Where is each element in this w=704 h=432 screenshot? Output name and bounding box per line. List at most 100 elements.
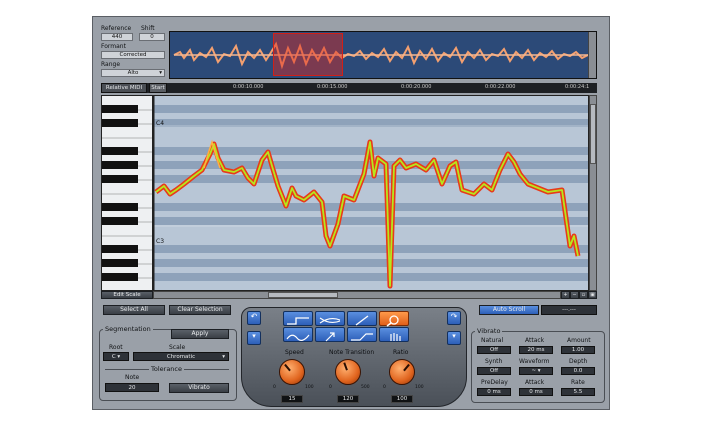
undo-button[interactable]: ↶ <box>247 311 261 325</box>
range-label: Range <box>101 61 121 68</box>
relative-midi-button[interactable]: Relative MIDI <box>101 83 147 93</box>
waveform-value: ~ <box>531 368 537 374</box>
speed-knob-indicator <box>284 363 291 372</box>
tool-curve[interactable] <box>283 327 313 342</box>
scale-label: Scale <box>169 344 186 351</box>
note-transition-knob[interactable] <box>335 359 361 385</box>
note-label-c3: C3 <box>156 238 165 245</box>
scissors-icon <box>319 317 341 324</box>
redo-button[interactable]: ↷ <box>447 311 461 325</box>
undo-menu-button[interactable]: ▾ <box>247 331 261 345</box>
predelay-field[interactable]: 0 ms <box>477 388 511 396</box>
waveform-dropdown[interactable]: ~ ▾ <box>519 367 553 375</box>
undo-icon: ↶ <box>250 312 258 321</box>
pitch-curve-graph <box>154 96 588 290</box>
auto-scroll-button[interactable]: Auto Scroll <box>479 305 539 315</box>
redo-icon: ↷ <box>450 312 458 321</box>
clear-selection-button[interactable]: Clear Selection <box>169 305 231 315</box>
ramp-tool-icon <box>351 333 373 341</box>
range-dropdown[interactable]: Alto ▾ <box>101 69 165 77</box>
chevron-down-icon: ▾ <box>222 354 225 360</box>
chevron-down-icon: ▾ <box>537 368 541 374</box>
ratio-knob[interactable] <box>389 359 415 385</box>
zoom-full-button[interactable]: ▣ <box>588 291 597 299</box>
scale-value: Chromatic <box>166 354 196 360</box>
chevron-down-icon: ▾ <box>252 332 256 340</box>
tool-line[interactable] <box>283 311 313 326</box>
ratio-knob-indicator <box>403 363 410 372</box>
piano-keys <box>102 105 152 281</box>
shift-field[interactable]: 0 <box>139 33 165 41</box>
ruler-tick-1: 0:00:15.000 <box>317 84 348 90</box>
auto-scroll-readout: ---.--- <box>541 305 597 315</box>
tool-scissors[interactable] <box>315 311 345 326</box>
amount-field[interactable]: 1.00 <box>561 346 595 354</box>
speed-label: Speed <box>285 349 304 356</box>
time-ruler[interactable] <box>101 83 597 93</box>
overview-scrollbar[interactable] <box>588 32 596 78</box>
tool-magnifier[interactable] <box>379 311 409 327</box>
tool-hand[interactable] <box>379 327 409 342</box>
zoom-fit-button[interactable]: ▫ <box>579 291 588 299</box>
root-value: C <box>111 354 116 360</box>
scale-dropdown[interactable]: Chromatic ▾ <box>133 352 229 361</box>
pencil-icon <box>355 315 369 326</box>
vibrato-tolerance-button[interactable]: Vibrato <box>169 383 229 393</box>
note-label-c4: C4 <box>156 120 165 127</box>
speed-max: 100 <box>305 385 314 390</box>
tolerance-label: Tolerance <box>149 365 184 373</box>
horizontal-scrollbar[interactable] <box>153 291 561 299</box>
speed-value[interactable]: 15 <box>281 395 303 403</box>
vertical-scroll-thumb[interactable] <box>590 104 596 164</box>
horizontal-scroll-thumb[interactable] <box>268 292 338 298</box>
ratio-value[interactable]: 100 <box>391 395 413 403</box>
redo-menu-button[interactable]: ▾ <box>447 331 461 345</box>
apply-button[interactable]: Apply <box>171 329 229 339</box>
tool-pencil[interactable] <box>347 311 377 326</box>
depth-label: Depth <box>569 358 588 365</box>
hand-icon <box>390 333 401 341</box>
select-all-button[interactable]: Select All <box>103 305 165 315</box>
reference-field[interactable]: 440 <box>101 33 133 41</box>
note-transition-value[interactable]: 120 <box>337 395 359 403</box>
piano-keyboard[interactable] <box>101 95 153 291</box>
zoom-in-button[interactable]: + <box>561 291 570 299</box>
zoom-out-button[interactable]: − <box>570 291 579 299</box>
attack-field[interactable]: 20 ms <box>519 346 553 354</box>
note-transition-min: 0 <box>329 385 332 390</box>
note-transition-max: 500 <box>361 385 370 390</box>
rate-field[interactable]: 5.5 <box>561 388 595 396</box>
speed-knob[interactable] <box>279 359 305 385</box>
pitch-editor-window: Reference 440 Shift 0 Formant Corrected … <box>92 16 610 410</box>
natural-field[interactable]: Off <box>477 346 511 354</box>
synth-label: Synth <box>485 358 503 365</box>
waveform-label: Waveform <box>519 358 550 365</box>
predelay-label: PreDelay <box>481 379 508 386</box>
attack-label: Attack <box>525 337 545 344</box>
tool-arrow[interactable] <box>315 327 345 342</box>
formant-field[interactable]: Corrected <box>101 51 165 59</box>
synth-field[interactable]: Off <box>477 367 511 375</box>
note-transition-knob-indicator <box>343 362 348 371</box>
note-tolerance-label: Note <box>125 374 140 381</box>
magnifier-icon <box>386 315 399 327</box>
note-tolerance-field[interactable]: 20 <box>105 383 159 392</box>
overview-waveform[interactable] <box>169 31 597 79</box>
vibrato-title: Vibrato <box>475 327 503 335</box>
pitch-grid[interactable]: C4 C3 <box>153 95 589 291</box>
range-value: Alto <box>127 70 139 76</box>
tool-ramp[interactable] <box>347 327 377 342</box>
vertical-scrollbar[interactable] <box>589 95 597 291</box>
chevron-down-icon: ▾ <box>117 354 121 360</box>
overview-selection[interactable] <box>273 33 343 76</box>
edit-scale-button[interactable]: Edit Scale <box>101 291 153 299</box>
ruler-tick-4: 0:00:24:1 <box>565 84 590 90</box>
ratio-max: 100 <box>415 385 424 390</box>
depth-field[interactable]: 0.0 <box>561 367 595 375</box>
ruler-tick-2: 0:00:20.000 <box>401 84 432 90</box>
note-transition-label: Note Transition <box>329 349 375 356</box>
root-dropdown[interactable]: C ▾ <box>103 352 129 361</box>
start-button[interactable]: Start <box>149 83 167 93</box>
attack2-field[interactable]: 0 ms <box>519 388 553 396</box>
arrow-tool-icon <box>325 332 335 342</box>
